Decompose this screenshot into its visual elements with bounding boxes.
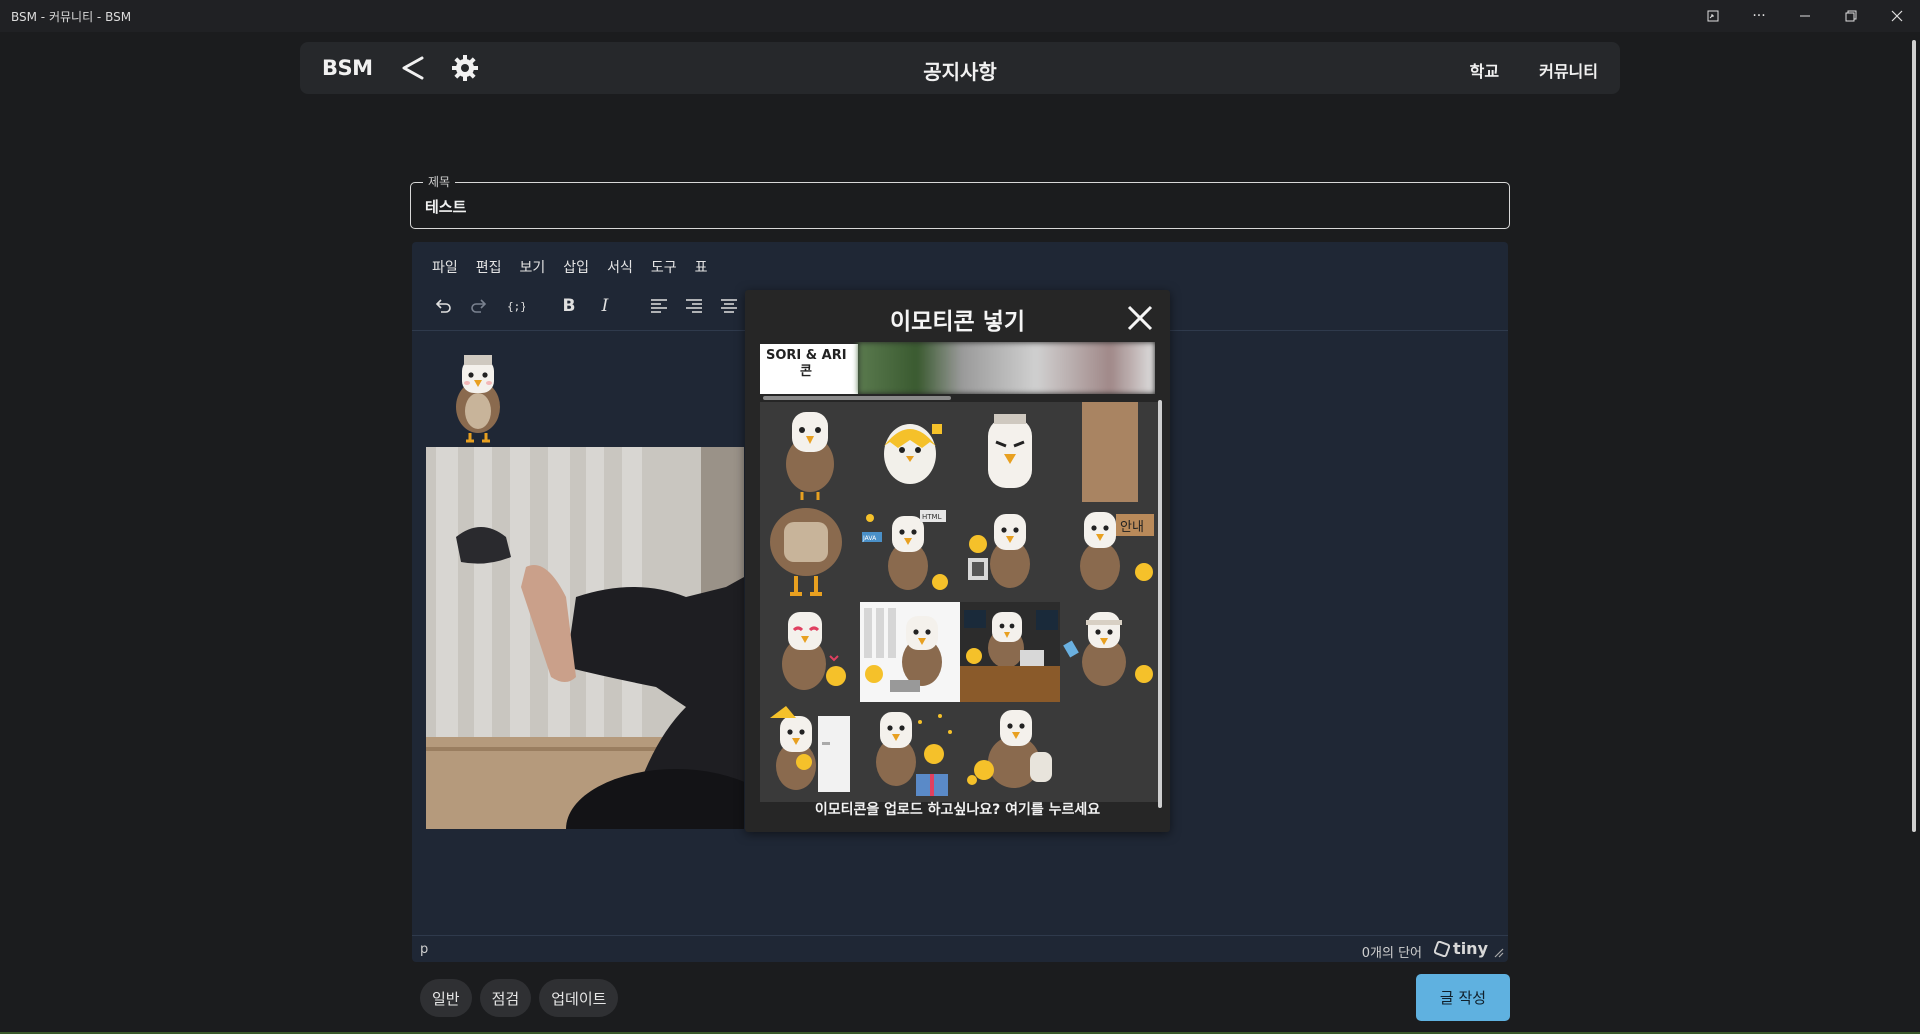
modal-title: 이모티콘 넣기 bbox=[890, 309, 1025, 335]
post-title-value[interactable]: 테스트 bbox=[425, 196, 466, 217]
align-right-icon[interactable] bbox=[681, 292, 707, 320]
inserted-photo[interactable] bbox=[426, 447, 744, 829]
editor-menubar: 파일 편집 보기 삽입 서식 도구 표 bbox=[432, 257, 707, 277]
align-center-icon[interactable] bbox=[716, 292, 742, 320]
cast-icon[interactable] bbox=[1690, 0, 1736, 32]
emoticon-grid: HTML JAVA 안내 bbox=[760, 402, 1160, 802]
pack-tab-line1: SORI & ARI bbox=[766, 348, 847, 363]
bold-button[interactable]: B bbox=[556, 292, 582, 320]
svg-text:{;}: {;} bbox=[507, 300, 525, 313]
more-options-button[interactable]: ··· bbox=[1736, 0, 1782, 32]
close-window-button[interactable] bbox=[1874, 0, 1920, 32]
window-titlebar: BSM - 커뮤니티 - BSM ··· bbox=[0, 0, 1920, 32]
source-code-icon[interactable]: {;} bbox=[502, 292, 528, 320]
guide-sign: 안내 bbox=[1120, 520, 1144, 535]
redo-icon[interactable] bbox=[466, 292, 492, 320]
nav-link-school[interactable]: 학교 bbox=[1470, 58, 1499, 82]
inserted-emoticon-owl[interactable] bbox=[442, 345, 514, 445]
align-left-icon[interactable] bbox=[646, 292, 672, 320]
restore-button[interactable] bbox=[1828, 0, 1874, 32]
post-title-label: 제목 bbox=[423, 173, 456, 190]
menu-format[interactable]: 서식 bbox=[607, 257, 633, 277]
undo-icon[interactable] bbox=[430, 292, 456, 320]
pack-tab-line2: 콘 bbox=[800, 364, 812, 379]
emoticon-item[interactable] bbox=[760, 402, 860, 502]
tiny-logo-icon bbox=[1434, 940, 1451, 957]
editor-statusbar: p 0개의 단어 tiny bbox=[412, 935, 1508, 962]
page-title: 공지사항 bbox=[923, 60, 997, 84]
emoticon-grid-scrollbar[interactable] bbox=[1158, 400, 1162, 808]
italic-button[interactable]: I bbox=[592, 292, 618, 320]
pack-tab-sori-ari[interactable]: SORI & ARI 콘 bbox=[760, 344, 858, 394]
emoticon-item[interactable] bbox=[760, 502, 860, 602]
page-scrollbar[interactable] bbox=[1912, 40, 1916, 832]
tiny-label: tiny bbox=[1453, 939, 1488, 958]
category-general[interactable]: 일반 bbox=[420, 979, 472, 1017]
emoticon-item[interactable] bbox=[860, 402, 960, 502]
window-title: BSM - 커뮤니티 - BSM bbox=[11, 9, 132, 24]
close-icon[interactable] bbox=[1126, 304, 1154, 332]
emoticon-item[interactable] bbox=[960, 402, 1060, 502]
emoticon-item[interactable]: HTML JAVA bbox=[860, 502, 960, 602]
post-title-field[interactable]: 제목 테스트 bbox=[410, 173, 1510, 229]
emoticon-item[interactable] bbox=[1060, 602, 1160, 702]
emoticon-item[interactable]: 안내 bbox=[1060, 502, 1160, 602]
menu-view[interactable]: 보기 bbox=[520, 257, 546, 277]
resize-handle-icon[interactable] bbox=[1494, 948, 1504, 958]
emoticon-modal: 이모티콘 넣기 SORI & ARI 콘 HTML JAVA 안내 이모티콘을 업… bbox=[745, 290, 1170, 832]
nav-link-community[interactable]: 커뮤니티 bbox=[1539, 58, 1598, 82]
emoticon-item[interactable] bbox=[860, 702, 960, 802]
category-maintenance[interactable]: 점검 bbox=[479, 979, 532, 1017]
submit-post-button[interactable]: 글 작성 bbox=[1416, 974, 1510, 1021]
emoticon-item[interactable] bbox=[960, 502, 1060, 602]
menu-file[interactable]: 파일 bbox=[432, 257, 458, 277]
minimize-button[interactable] bbox=[1782, 0, 1828, 32]
emoticon-item[interactable] bbox=[860, 602, 960, 702]
pack-tabs-scrollbar[interactable] bbox=[763, 396, 951, 400]
upload-emoticon-link[interactable]: 이모티콘을 업로드 하고싶나요? 여기를 누르세요 bbox=[745, 799, 1170, 819]
category-update[interactable]: 업데이트 bbox=[539, 979, 619, 1017]
emoticon-item[interactable] bbox=[1060, 402, 1160, 502]
element-path[interactable]: p bbox=[420, 942, 428, 957]
category-selector: 일반 점검 업데이트 bbox=[420, 979, 619, 1017]
java-sign: JAVA bbox=[862, 535, 877, 542]
emoticon-item[interactable] bbox=[960, 702, 1060, 802]
emoticon-item[interactable] bbox=[760, 602, 860, 702]
menu-tools[interactable]: 도구 bbox=[651, 257, 677, 277]
menu-edit[interactable]: 편집 bbox=[476, 257, 502, 277]
menu-table[interactable]: 표 bbox=[695, 257, 708, 277]
word-count[interactable]: 0개의 단어 bbox=[1362, 942, 1422, 961]
emoticon-item[interactable] bbox=[760, 702, 860, 802]
menu-insert[interactable]: 삽입 bbox=[563, 257, 589, 277]
tiny-brand[interactable]: tiny bbox=[1434, 939, 1488, 958]
emoticon-pack-tabs: SORI & ARI 콘 bbox=[760, 342, 1155, 394]
top-navigation: BSM 공지사항 학교 커뮤니티 bbox=[300, 42, 1620, 94]
html-sign: HTML bbox=[922, 513, 942, 521]
pack-tab-blurred[interactable] bbox=[858, 342, 1155, 394]
emoticon-item[interactable] bbox=[960, 602, 1060, 702]
